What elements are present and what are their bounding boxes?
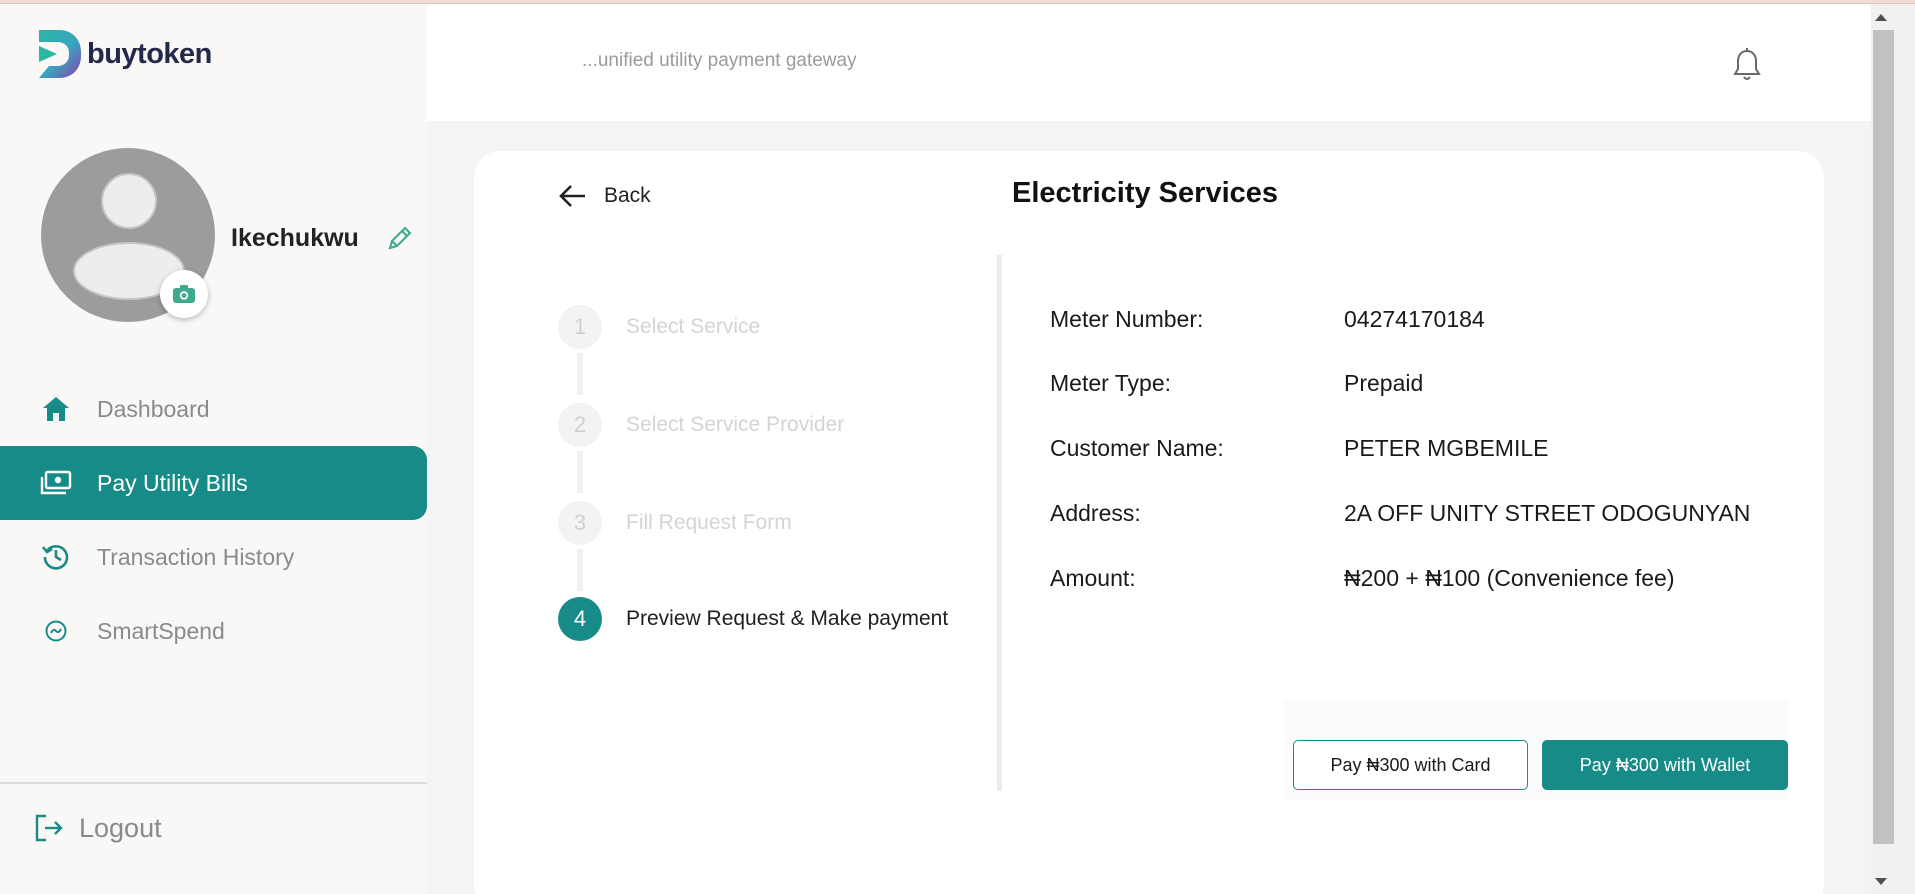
detail-value: ₦200 + ₦100 (Convenience fee) (1344, 565, 1675, 591)
sidebar-item-label: Dashboard (97, 395, 210, 422)
detail-label: Address: (1050, 500, 1141, 526)
pencil-icon (388, 226, 412, 250)
vertical-divider (997, 255, 1002, 791)
sidebar-item-label: Transaction History (97, 543, 295, 570)
logout-label: Logout (79, 812, 162, 843)
smartspend-icon (40, 615, 72, 647)
logout-icon (33, 812, 65, 844)
detail-value: 2A OFF UNITY STREET ODOGUNYAN (1344, 500, 1751, 526)
detail-value: PETER MGBEMILE (1344, 435, 1549, 461)
pay-with-wallet-button[interactable]: Pay ₦300 with Wallet (1542, 740, 1788, 790)
detail-meter-number: Meter Number: 04274170184 (1050, 306, 1790, 333)
sidebar-item-smartspend[interactable]: SmartSpend (0, 594, 427, 668)
notifications-button[interactable] (1732, 48, 1762, 82)
step-fill-request-form: 3 Fill Request Form (558, 501, 792, 545)
step-number: 3 (558, 501, 602, 545)
detail-address: Address: 2A OFF UNITY STREET ODOGUNYAN (1050, 500, 1790, 527)
brand-tagline: ...unified utility payment gateway (582, 50, 857, 71)
step-connector (577, 353, 583, 395)
sidebar: buytoken Ikechukwu Dashboard Pay Utility… (0, 4, 427, 894)
sidebar-item-label: SmartSpend (97, 617, 225, 644)
sidebar-item-label: Pay Utility Bills (97, 469, 248, 496)
avatar-head (101, 173, 157, 229)
step-select-service-provider: 2 Select Service Provider (558, 403, 844, 447)
sidebar-item-transaction-history[interactable]: Transaction History (0, 520, 427, 594)
scrollbar-thumb[interactable] (1873, 30, 1894, 844)
detail-label: Meter Type: (1050, 370, 1172, 396)
main-card: Back Electricity Services 1 Select Servi… (474, 151, 1824, 894)
detail-label: Amount: (1050, 565, 1136, 591)
step-number: 2 (558, 403, 602, 447)
step-number: 1 (558, 305, 602, 349)
username: Ikechukwu (231, 224, 359, 252)
step-preview-and-pay: 4 Preview Request & Make payment (558, 597, 948, 641)
bell-icon (1733, 48, 1761, 80)
sidebar-item-dashboard[interactable]: Dashboard (0, 372, 427, 446)
pay-with-card-button[interactable]: Pay ₦300 with Card (1293, 740, 1528, 790)
step-label: Fill Request Form (626, 511, 792, 534)
step-select-service: 1 Select Service (558, 305, 760, 349)
step-number: 4 (558, 597, 602, 641)
arrow-left-icon (558, 181, 588, 211)
scroll-up-arrow-icon[interactable] (1875, 14, 1887, 21)
brand-name: buytoken (87, 37, 212, 70)
logout-button[interactable]: Logout (33, 812, 162, 844)
step-connector (577, 451, 583, 493)
camera-icon (173, 285, 195, 303)
detail-label: Meter Number: (1050, 306, 1204, 332)
detail-amount: Amount: ₦200 + ₦100 (Convenience fee) (1050, 565, 1790, 592)
sidebar-divider (0, 782, 427, 784)
back-label: Back (604, 184, 651, 207)
detail-customer-name: Customer Name: PETER MGBEMILE (1050, 435, 1790, 462)
detail-label: Customer Name: (1050, 435, 1224, 461)
history-icon (40, 541, 72, 573)
home-icon (40, 393, 72, 425)
sidebar-item-pay-utility-bills[interactable]: Pay Utility Bills (0, 446, 427, 520)
top-header: ...unified utility payment gateway (427, 4, 1871, 121)
step-label: Select Service (626, 315, 761, 338)
change-photo-button[interactable] (160, 270, 208, 318)
detail-value: 04274170184 (1344, 306, 1485, 332)
wallet-bills-icon (40, 467, 72, 499)
edit-profile-button[interactable] (386, 224, 414, 252)
buytoken-logo-icon (39, 30, 81, 78)
detail-meter-type: Meter Type: Prepaid (1050, 370, 1790, 397)
brand-logo[interactable]: buytoken (35, 24, 212, 84)
scroll-down-arrow-icon[interactable] (1875, 878, 1887, 885)
detail-value: Prepaid (1344, 370, 1424, 396)
page-title: Electricity Services (1012, 177, 1279, 209)
back-button[interactable]: Back (558, 181, 651, 211)
step-label: Select Service Provider (626, 413, 845, 436)
step-label: Preview Request & Make payment (626, 607, 949, 630)
step-connector (577, 549, 583, 591)
